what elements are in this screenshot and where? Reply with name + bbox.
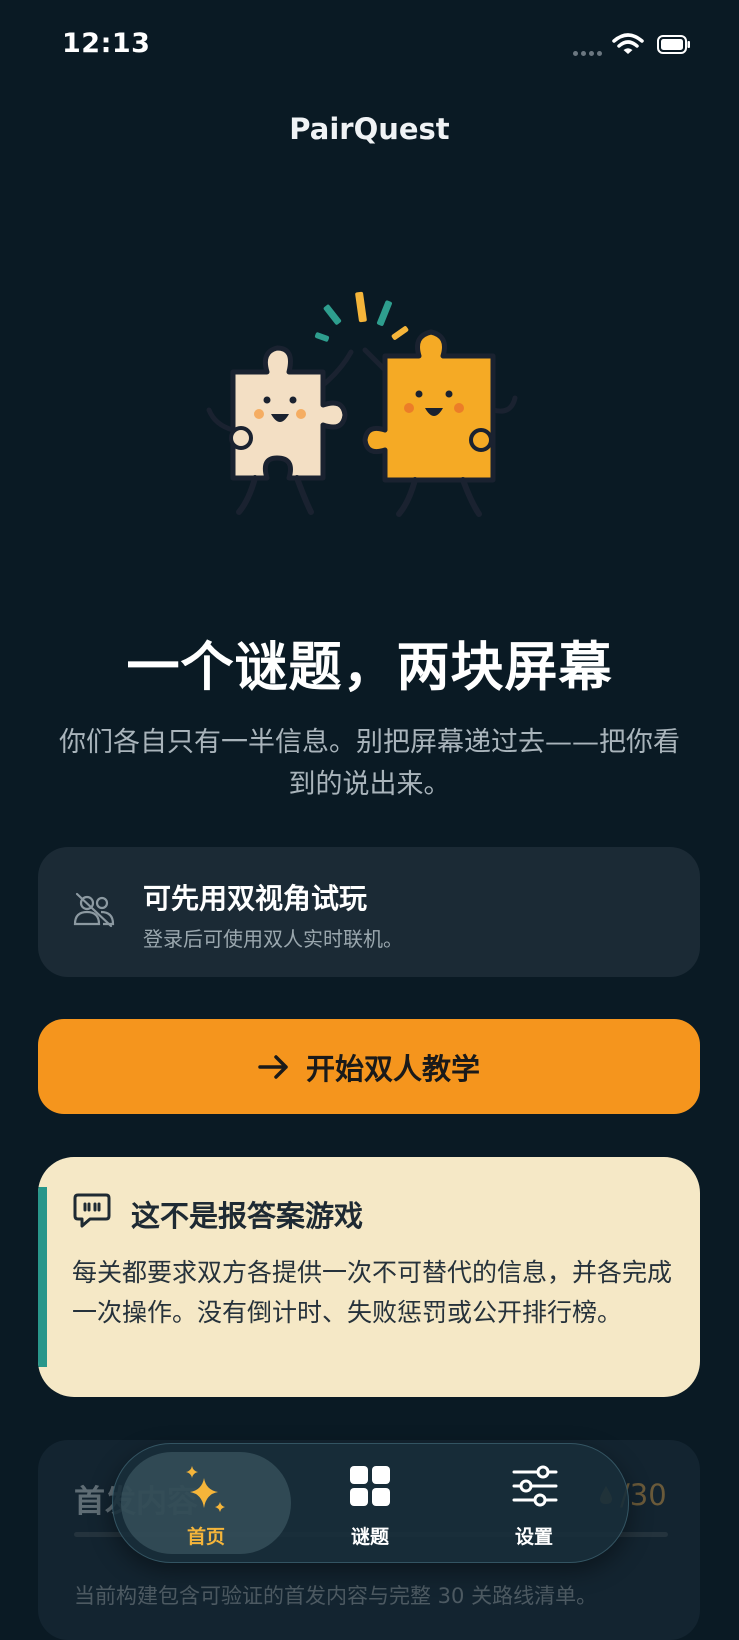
tab-bar: 首页 谜题 设置	[112, 1443, 629, 1563]
sparkles-icon	[186, 1466, 225, 1512]
grid-icon	[350, 1466, 390, 1506]
headline: 一个谜题，两块屏幕	[126, 637, 613, 698]
tab-puzzles[interactable]: 谜题	[285, 1452, 455, 1554]
app-title: PairQuest	[289, 112, 450, 146]
tab-home-label: 首页	[186, 1526, 225, 1548]
speech-quote-icon	[73, 1193, 111, 1228]
info-body: 每关都要求双方各提供一次不可替代的信息，并各完成一次操作。没有倒计时、失败惩罚或…	[72, 1258, 673, 1327]
orange-puzzle-piece	[362, 329, 518, 517]
info-accent-bar	[38, 1187, 47, 1367]
hero-illustration	[206, 291, 518, 517]
info-card: 这不是报答案游戏 每关都要求双方各提供一次不可替代的信息，并各完成一次操作。没有…	[38, 1157, 700, 1397]
status-bar: 12:13	[0, 0, 739, 92]
progress-note: 当前构建包含可验证的首发内容与完整 30 关路线清单。	[74, 1584, 598, 1608]
notice-title: 可先用双视角试玩	[143, 882, 368, 915]
tab-home[interactable]: 首页	[121, 1452, 291, 1554]
subtitle: 你们各自只有一半信息。别把屏幕递过去——把你看到的说出来。	[59, 727, 680, 800]
cream-puzzle-piece	[206, 345, 354, 515]
notice-subtitle: 登录后可使用双人实时联机。	[143, 927, 403, 951]
info-title: 这不是报答案游戏	[131, 1199, 364, 1233]
battery-icon	[657, 35, 690, 54]
arrow-right-icon	[258, 1054, 288, 1079]
status-time: 12:13	[62, 28, 151, 59]
start-tutorial-button[interactable]: 开始双人教学	[38, 1019, 700, 1114]
notice-card: 可先用双视角试玩 登录后可使用双人实时联机。	[38, 847, 700, 977]
tab-settings[interactable]: 设置	[449, 1452, 619, 1554]
signal-icon	[573, 51, 602, 56]
burst-lines	[314, 291, 409, 342]
tab-settings-label: 设置	[514, 1526, 553, 1548]
users-offline-icon	[73, 892, 115, 928]
wifi-icon	[612, 33, 644, 54]
tab-puzzles-label: 谜题	[350, 1526, 389, 1548]
start-tutorial-label: 开始双人教学	[305, 1053, 480, 1086]
sliders-icon	[512, 1465, 558, 1507]
